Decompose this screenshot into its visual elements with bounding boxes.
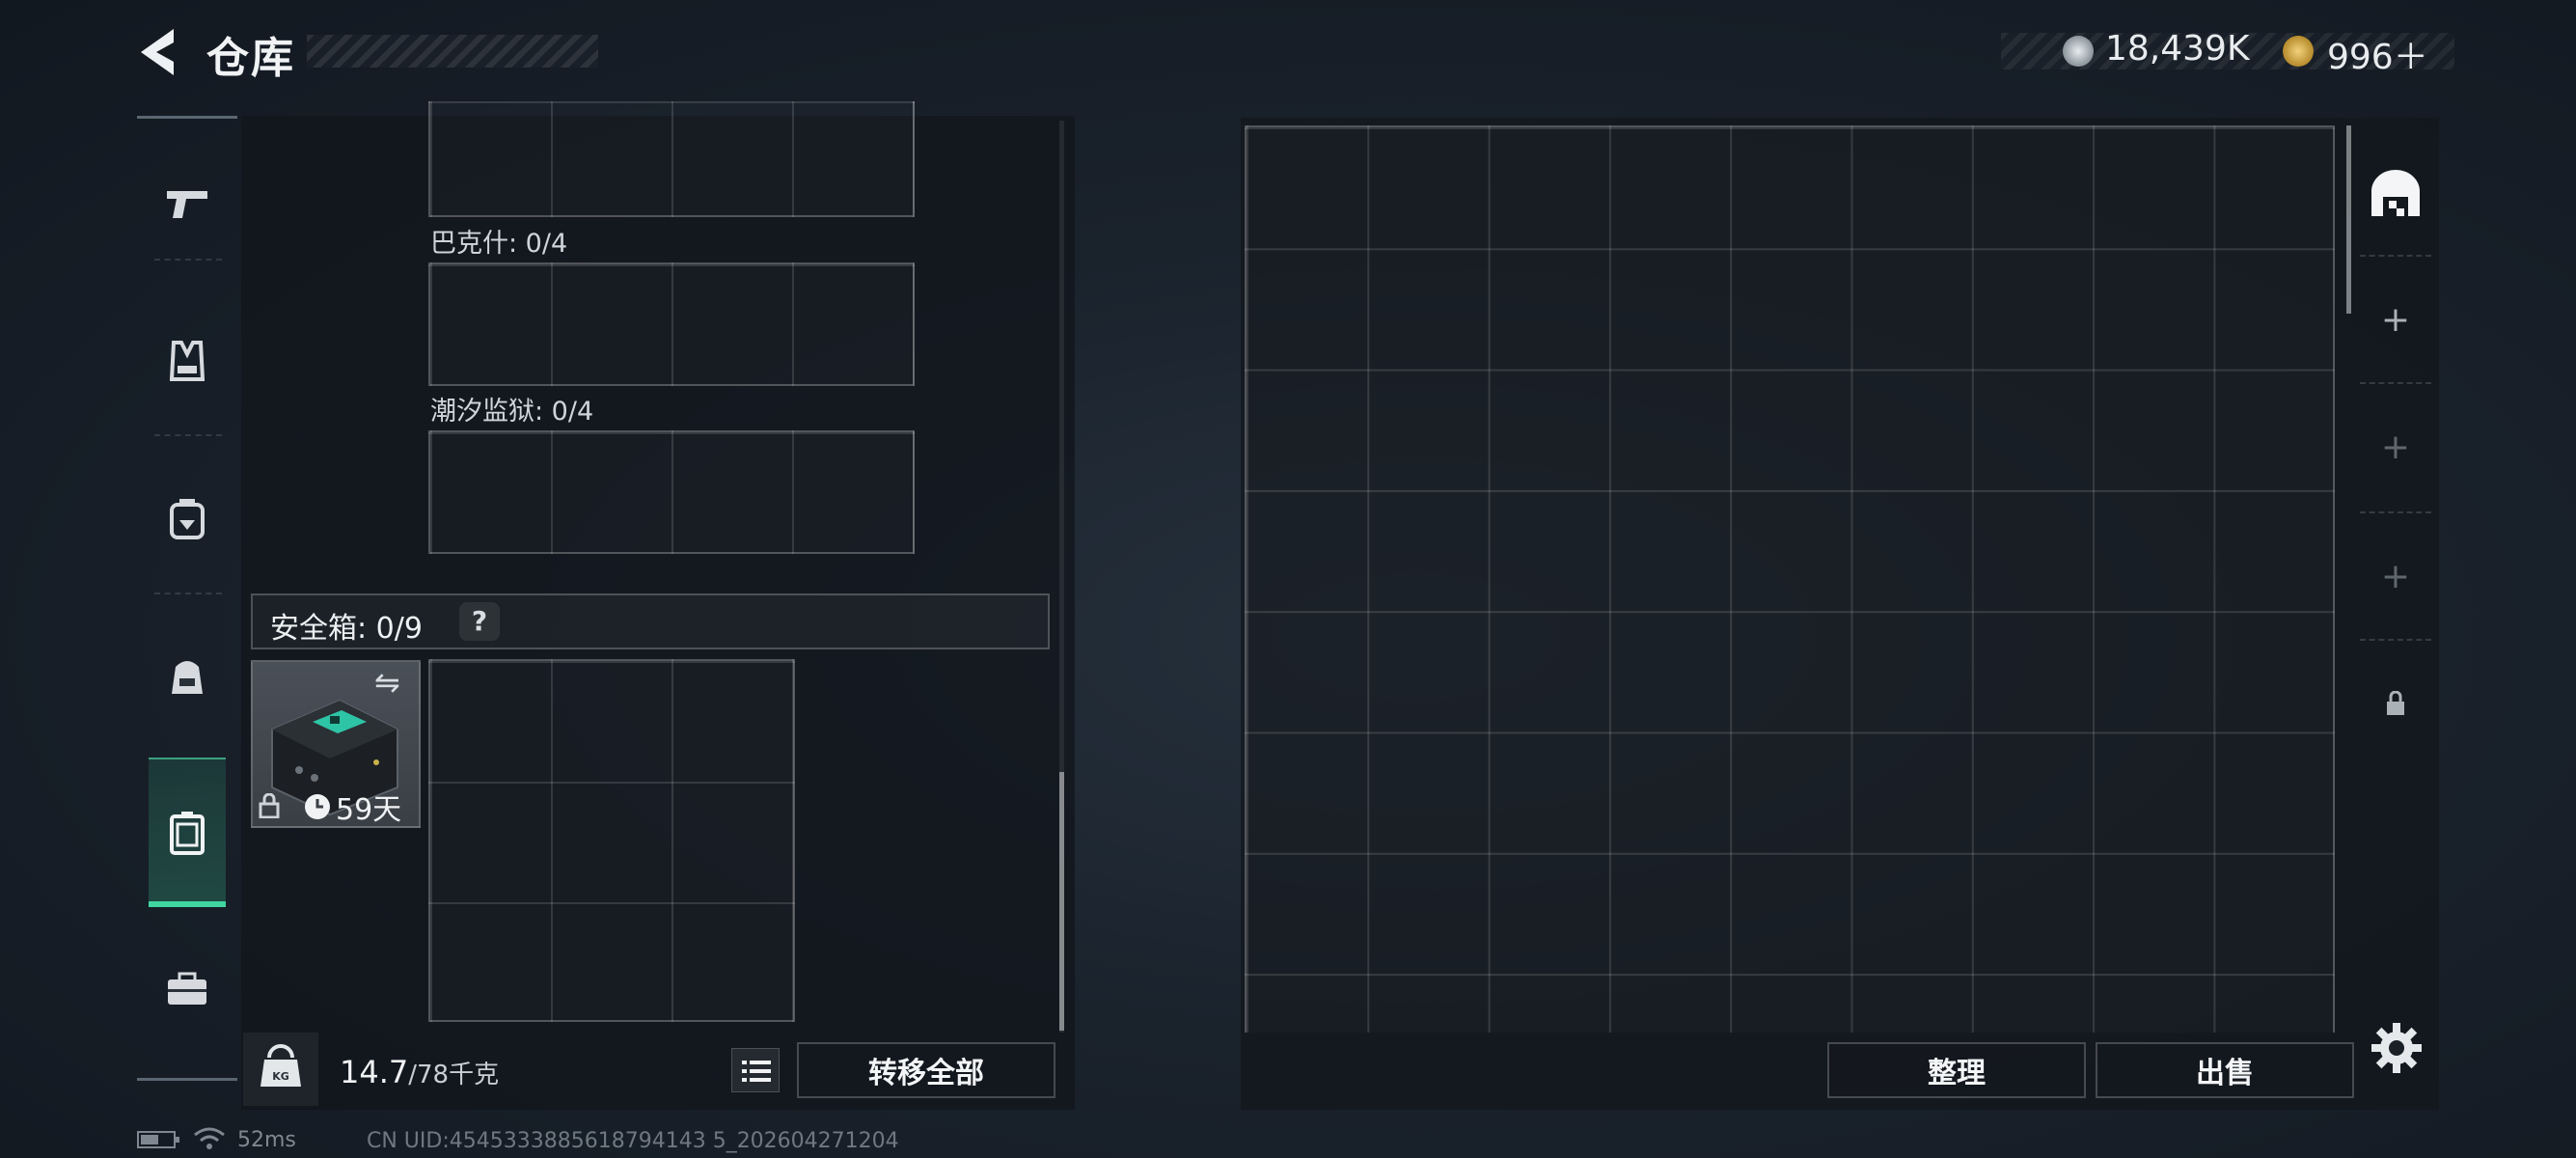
- expiry-days: 59天: [336, 793, 402, 827]
- add-icon: +: [2380, 556, 2411, 596]
- container-label: 巴克什: 0/4: [430, 229, 568, 259]
- battery-icon: [137, 1131, 179, 1148]
- home-storage-icon: [2371, 170, 2420, 216]
- toolbox-icon: [168, 972, 206, 1005]
- weight-icon-box: KG: [243, 1033, 318, 1106]
- ping-text: 52ms: [237, 1127, 296, 1152]
- add-icon: +: [2380, 427, 2411, 467]
- help-button[interactable]: ?: [459, 602, 500, 641]
- list-view-button[interactable]: [731, 1048, 780, 1092]
- nav-item-tools[interactable]: [145, 936, 230, 1042]
- stash-page-add[interactable]: +: [2360, 384, 2431, 510]
- tidy-button[interactable]: 整理: [1827, 1042, 2086, 1098]
- back-button[interactable]: [135, 25, 183, 79]
- lock-icon: [259, 792, 280, 824]
- stash-grid[interactable]: [1245, 125, 2335, 1033]
- safe-box-label: 安全箱: 0/9: [270, 612, 423, 646]
- stash-page-locked[interactable]: [2360, 641, 2431, 766]
- weight-icon: KG: [260, 1044, 301, 1087]
- title-decoration: [307, 35, 598, 68]
- silver-coin-icon: [2063, 36, 2094, 67]
- add-icon: +: [2380, 299, 2411, 340]
- stash-scrollbar-thumb[interactable]: [2346, 125, 2351, 314]
- storage-scrollbar-thumb[interactable]: [1059, 772, 1064, 1031]
- gold-currency-value: 996＋: [2327, 38, 2428, 77]
- stash-page-add[interactable]: +: [2360, 257, 2431, 382]
- svg-text:KG: KG: [272, 1070, 289, 1083]
- nav-item-rig[interactable]: [145, 465, 230, 571]
- nav-separator: [154, 259, 222, 261]
- nav-item-armor[interactable]: [145, 309, 230, 415]
- sell-button[interactable]: 出售: [2096, 1042, 2354, 1098]
- nav-item-weapons[interactable]: [145, 150, 230, 256]
- vest-icon: [170, 341, 205, 381]
- back-arrow-icon: [141, 29, 174, 75]
- wifi-icon: [194, 1127, 225, 1149]
- weight-current: 14.7: [340, 1054, 409, 1090]
- safe-box-grid[interactable]: [428, 659, 795, 1022]
- stash-page-home[interactable]: [2360, 130, 2431, 256]
- nav-separator: [154, 434, 222, 436]
- container-grid[interactable]: [428, 101, 915, 217]
- gold-coin-icon: [2283, 36, 2314, 67]
- container-label: 潮汐监狱: 0/4: [430, 397, 594, 427]
- silver-currency-value: 18,439K: [2105, 29, 2250, 69]
- nav-separator: [154, 593, 222, 594]
- container-grid[interactable]: [428, 430, 915, 554]
- swap-icon[interactable]: ⇋: [374, 664, 400, 701]
- nav-item-safe-box[interactable]: [145, 780, 230, 886]
- settings-button[interactable]: [2370, 1021, 2424, 1075]
- weight-readout: 14.7/78千克: [340, 1054, 499, 1090]
- gear-icon: [2371, 1023, 2422, 1073]
- container-grid[interactable]: [428, 262, 915, 386]
- stash-page-add[interactable]: +: [2360, 513, 2431, 639]
- status-bar: 52ms: [137, 1127, 296, 1152]
- safe-box-icon: [170, 812, 205, 855]
- page-title: 仓库: [206, 34, 295, 83]
- backpack-icon: [170, 499, 205, 539]
- list-icon: [742, 1061, 771, 1082]
- transfer-all-button[interactable]: 转移全部: [797, 1042, 1055, 1098]
- nav-item-pack[interactable]: [145, 622, 230, 729]
- weight-max: /78千克: [408, 1061, 500, 1089]
- pistol-icon: [167, 191, 207, 218]
- pack-icon: [172, 661, 203, 694]
- expiry-timer: 59天: [303, 786, 401, 828]
- clock-icon: [305, 794, 330, 819]
- uid-text: CN UID:4545333885618794143 5_20260427120…: [367, 1129, 899, 1153]
- lock-icon: [2387, 691, 2404, 715]
